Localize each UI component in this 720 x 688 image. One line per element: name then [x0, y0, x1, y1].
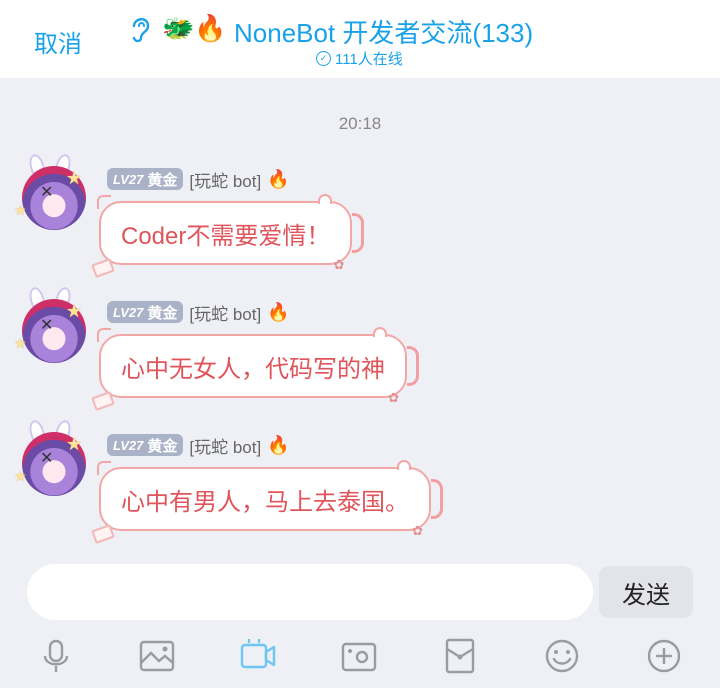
bow-decoration: ✿ [412, 523, 423, 538]
level-badge: LV27 黄金 [107, 168, 184, 190]
plus-icon[interactable] [644, 636, 684, 676]
star-icon: ★ [14, 202, 27, 218]
star-icon: ★ [66, 168, 83, 188]
bow-decoration: ✿ [388, 390, 399, 405]
message-row: ✕ ★ ★ LV27 黄金 [玩蛇 bot] 🔥 心中有男人，马上去泰国。 ✿ [0, 418, 720, 552]
level-badge: LV27 黄金 [107, 434, 184, 456]
message-input[interactable] [27, 564, 593, 620]
image-icon[interactable] [137, 636, 177, 676]
online-count: 111人在线 [335, 51, 403, 68]
headphone-decoration [352, 213, 365, 253]
x-hairpin-icon: ✕ [40, 450, 54, 467]
ear-icon[interactable] [128, 14, 154, 44]
camera-icon[interactable] [339, 636, 379, 676]
headphone-decoration [407, 346, 419, 386]
level-badge: LV27 黄金 [107, 301, 184, 323]
letter-decoration [91, 258, 115, 278]
red-packet-icon[interactable] [440, 636, 480, 676]
star-icon: ★ [66, 434, 83, 454]
sender-meta: LV27 黄金 [玩蛇 bot] 🔥 [107, 300, 290, 325]
send-button[interactable]: 发送 [599, 566, 693, 618]
star-icon: ★ [66, 301, 83, 321]
cancel-button[interactable]: 取消 [34, 24, 82, 59]
video-icon[interactable] [238, 636, 278, 676]
group-title[interactable]: NoneBot 开发者交流(133) [234, 13, 533, 50]
bow-decoration: ✿ [333, 257, 345, 272]
flame-icon: 🔥 [267, 434, 290, 455]
letter-decoration [91, 391, 115, 411]
message-text: 心中有男人，马上去泰国。 [121, 488, 409, 516]
message-bubble[interactable]: 心中有男人，马上去泰国。 ✿ [91, 460, 443, 544]
sender-name[interactable]: [玩蛇 bot] [189, 167, 261, 192]
message-row: ✕ ★ ★ LV27 黄金 [玩蛇 bot] 🔥 心中无女人，代码写的神 ✿ [0, 285, 720, 419]
group-emoji: 🐲🔥 [162, 13, 227, 43]
message-bubble[interactable]: Coder不需要爱情！ ✿ [91, 194, 365, 278]
composer-bar: 发送 [0, 556, 720, 628]
headphone-decoration [431, 479, 443, 519]
x-hairpin-icon: ✕ [40, 184, 54, 201]
message-timestamp: 20:18 [338, 114, 382, 133]
sender-name[interactable]: [玩蛇 bot] [189, 300, 261, 325]
star-icon: ★ [14, 468, 27, 484]
check-circle-icon: ✓ [316, 51, 331, 66]
message-row: ✕ ★ ★ LV27 黄金 [玩蛇 bot] 🔥 Coder不需要爱情！ ✿ [0, 152, 720, 286]
flame-icon: 🔥 [267, 168, 290, 189]
sender-name[interactable]: [玩蛇 bot] [189, 433, 261, 458]
chat-header: 取消 🐲🔥 NoneBot 开发者交流(133) ✓ 111人在线 [0, 0, 720, 78]
emoji-icon[interactable] [542, 636, 582, 676]
message-text: 心中无女人，代码写的神 [121, 355, 385, 383]
input-toolbar [0, 628, 720, 688]
x-hairpin-icon: ✕ [40, 317, 54, 334]
online-status: ✓ 111人在线 [316, 48, 403, 69]
letter-decoration [91, 524, 115, 544]
sender-meta: LV27 黄金 [玩蛇 bot] 🔥 [107, 167, 290, 192]
microphone-icon[interactable] [36, 636, 76, 676]
message-bubble[interactable]: 心中无女人，代码写的神 ✿ [91, 327, 419, 411]
flame-icon: 🔥 [267, 301, 290, 322]
message-text: Coder不需要爱情！ [121, 222, 331, 250]
star-icon: ★ [14, 335, 27, 351]
sender-meta: LV27 黄金 [玩蛇 bot] 🔥 [107, 433, 290, 458]
